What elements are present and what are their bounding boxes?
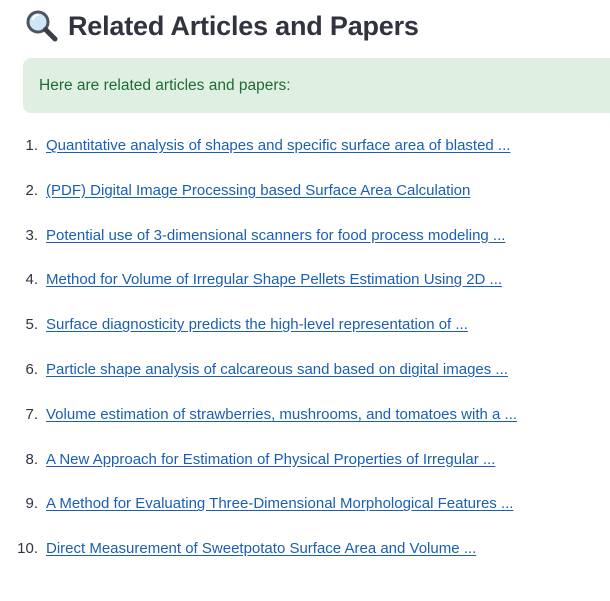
header: Related Articles and Papers bbox=[25, 6, 419, 46]
list-item: 2. (PDF) Digital Image Processing based … bbox=[0, 177, 610, 222]
article-link[interactable]: A Method for Evaluating Three-Dimensiona… bbox=[46, 490, 513, 518]
list-item: 6. Particle shape analysis of calcareous… bbox=[0, 356, 610, 401]
list-item: 1. Quantitative analysis of shapes and s… bbox=[0, 132, 610, 177]
info-alert: Here are related articles and papers: bbox=[23, 58, 610, 113]
list-number: 7. bbox=[25, 405, 38, 423]
list-item: 3. Potential use of 3-dimensional scanne… bbox=[0, 222, 610, 267]
article-link[interactable]: Surface diagnosticity predicts the high-… bbox=[46, 311, 468, 339]
list-item: 5. Surface diagnosticity predicts the hi… bbox=[0, 311, 610, 356]
list-item: 10. Direct Measurement of Sweetpotato Su… bbox=[0, 535, 610, 580]
article-link[interactable]: Volume estimation of strawberries, mushr… bbox=[46, 401, 517, 429]
list-item: 8. A New Approach for Estimation of Phys… bbox=[0, 446, 610, 491]
page: Related Articles and Papers Here are rel… bbox=[0, 0, 610, 601]
list-number: 6. bbox=[25, 360, 38, 378]
list-item: 7. Volume estimation of strawberries, mu… bbox=[0, 401, 610, 446]
article-link[interactable]: Particle shape analysis of calcareous sa… bbox=[46, 356, 508, 384]
list-number: 10. bbox=[17, 540, 38, 558]
article-link[interactable]: Method for Volume of Irregular Shape Pel… bbox=[46, 266, 502, 294]
list-item: 4. Method for Volume of Irregular Shape … bbox=[0, 266, 610, 311]
list-number: 3. bbox=[25, 226, 38, 244]
magnifying-glass-icon bbox=[25, 9, 59, 43]
list-number: 8. bbox=[25, 450, 38, 468]
list-number: 2. bbox=[25, 181, 38, 199]
article-link[interactable]: Potential use of 3-dimensional scanners … bbox=[46, 222, 505, 250]
info-message: Here are related articles and papers: bbox=[39, 76, 291, 94]
list-number: 9. bbox=[25, 495, 38, 513]
list-number: 4. bbox=[25, 271, 38, 289]
list-item: 9. A Method for Evaluating Three-Dimensi… bbox=[0, 490, 610, 535]
article-link[interactable]: A New Approach for Estimation of Physica… bbox=[46, 446, 495, 474]
list-number: 1. bbox=[25, 137, 38, 154]
article-link[interactable]: Direct Measurement of Sweetpotato Surfac… bbox=[46, 535, 476, 563]
list-number: 5. bbox=[25, 316, 38, 334]
page-title: Related Articles and Papers bbox=[68, 10, 419, 41]
article-list: 1. Quantitative analysis of shapes and s… bbox=[0, 132, 610, 580]
article-link[interactable]: Quantitative analysis of shapes and spec… bbox=[46, 132, 510, 160]
article-link[interactable]: (PDF) Digital Image Processing based Sur… bbox=[46, 177, 470, 205]
